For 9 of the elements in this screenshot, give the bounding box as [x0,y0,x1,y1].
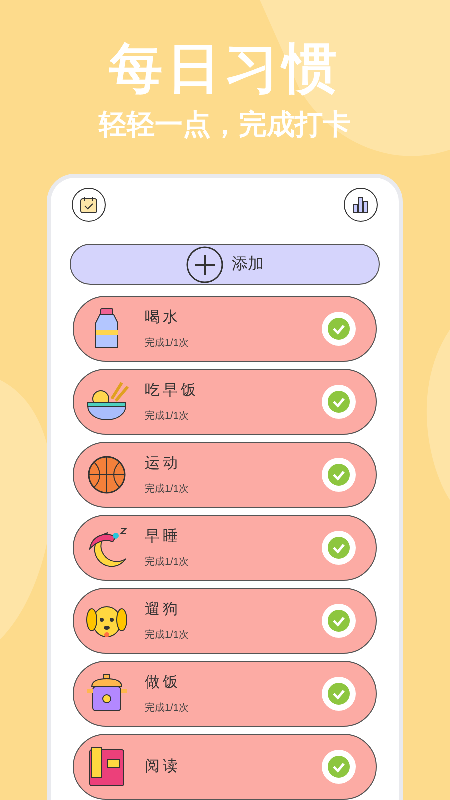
habit-name: 早睡 [145,527,182,548]
habit-name: 做饭 [145,673,182,694]
habit-name: 遛狗 [145,600,182,620]
habit-name: 喝水 [145,308,182,328]
habit-name: 运动 [145,454,182,474]
habit-name: 吃早饭 [145,381,200,402]
headline: 每日习惯 [109,38,341,100]
tagline: 轻轻一点，完成打卡 [99,108,351,142]
habit-name: 阅读 [145,756,182,777]
